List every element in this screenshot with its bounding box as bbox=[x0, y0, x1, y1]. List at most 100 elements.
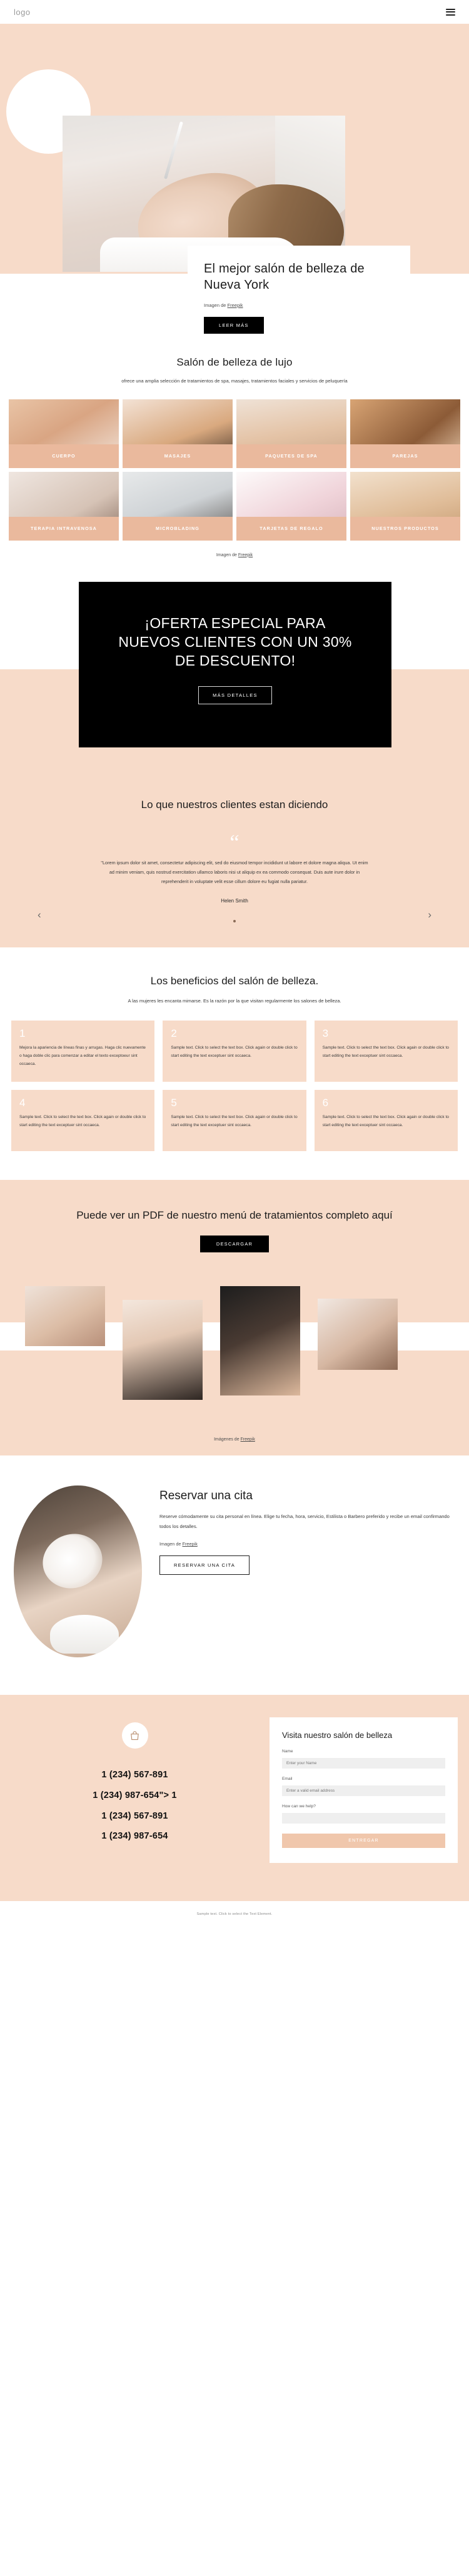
phone-number[interactable]: 1 (234) 567-891 bbox=[11, 1765, 258, 1785]
form-field-label: Name bbox=[282, 1749, 293, 1754]
burger-line bbox=[446, 8, 455, 10]
services-credit-prefix: Imagen de bbox=[216, 552, 238, 557]
contact-form-title: Visita nuestro salón de belleza bbox=[282, 1730, 393, 1740]
form-field-input[interactable] bbox=[282, 1758, 445, 1769]
photo-detail-face-mask bbox=[36, 1526, 109, 1597]
gallery-image-4 bbox=[318, 1299, 398, 1370]
service-card[interactable]: TARJETAS DE REGALO bbox=[236, 471, 346, 541]
burger-line bbox=[446, 14, 455, 16]
service-card-label: CUERPO bbox=[9, 444, 119, 468]
page-root: logo El mejor salón de belleza de Nueva … bbox=[0, 0, 469, 1927]
services-title: Salón de belleza de lujo bbox=[176, 356, 293, 368]
contact-form: Visita nuestro salón de belleza Name Emai… bbox=[270, 1717, 458, 1864]
benefits-section: Los beneficios del salón de belleza. A l… bbox=[0, 947, 469, 1181]
testimonial-dot[interactable] bbox=[233, 919, 236, 922]
testimonial-author: Helen Smith bbox=[221, 897, 248, 904]
appointment-photo bbox=[14, 1485, 142, 1658]
appointment-credit-link[interactable]: Freepik bbox=[183, 1541, 198, 1547]
offer-card: ¡OFERTA ESPECIAL PARA NUEVOS CLIENTES CO… bbox=[79, 581, 391, 747]
appointment-credit-prefix: Imagen de bbox=[159, 1541, 183, 1547]
contact-submit-button[interactable]: ENTREGAR bbox=[282, 1834, 445, 1849]
hamburger-menu-icon[interactable] bbox=[446, 8, 455, 16]
phone-number[interactable]: 1 (234) 567-891 bbox=[11, 1806, 258, 1827]
contact-phones-column: 1 (234) 567-891 1 (234) 987-654"> 11 (234… bbox=[11, 1717, 258, 1863]
hero-title: El mejor salón de belleza de Nueva York bbox=[204, 262, 365, 292]
burger-line bbox=[446, 11, 455, 12]
form-field-label: How can we help? bbox=[282, 1804, 316, 1809]
form-field: Email bbox=[282, 1777, 445, 1797]
service-card[interactable]: CUERPO bbox=[9, 399, 119, 468]
contact-inner: 1 (234) 567-891 1 (234) 987-654"> 11 (234… bbox=[0, 1717, 469, 1864]
benefits-grid: 1 Mejora la apariencia de líneas finas y … bbox=[11, 1021, 458, 1152]
contact-section: 1 (234) 567-891 1 (234) 987-654"> 11 (234… bbox=[0, 1695, 469, 1902]
appointment-section: Reservar una cita Reserve cómodamente su… bbox=[0, 1455, 469, 1695]
book-appointment-button[interactable]: RESERVAR UNA CITA bbox=[159, 1555, 250, 1575]
benefits-title: Los beneficios del salón de belleza. bbox=[150, 974, 319, 987]
appointment-title: Reservar una cita bbox=[159, 1489, 253, 1503]
service-card[interactable]: PAQUETES DE SPA bbox=[236, 399, 346, 468]
service-card[interactable]: PAREJAS bbox=[350, 399, 460, 468]
gallery-image-1 bbox=[25, 1286, 105, 1347]
phone-number[interactable]: 1 (234) 987-654 bbox=[11, 1826, 258, 1847]
appointment-image-credit: Imagen de Freepik bbox=[159, 1541, 455, 1547]
benefit-number: 5 bbox=[171, 1097, 177, 1109]
testimonial-text: "Lorem ipsum dolor sit amet, consectetur… bbox=[101, 859, 368, 884]
benefit-card: 1 Mejora la apariencia de líneas finas y … bbox=[11, 1021, 155, 1082]
photo-detail-towel bbox=[50, 1615, 119, 1654]
service-card-label: MASAJES bbox=[123, 444, 233, 468]
form-field: How can we help? bbox=[282, 1804, 445, 1824]
benefit-text: Sample text. Click to select the text bo… bbox=[19, 1115, 146, 1128]
footer-text: Sample text. Click to select the Text El… bbox=[196, 1912, 273, 1917]
service-card-label: TARJETAS DE REGALO bbox=[236, 516, 346, 541]
benefit-text: Sample text. Click to select the text bo… bbox=[322, 1115, 449, 1128]
service-card-label: PAQUETES DE SPA bbox=[236, 444, 346, 468]
services-image-credit: Imagen de Freepik bbox=[0, 553, 469, 557]
shopping-bag-icon bbox=[121, 1722, 148, 1749]
service-card[interactable]: NUESTROS PRODUCTOS bbox=[350, 471, 460, 541]
pdf-menu-section: Puede ver un PDF de nuestro menú de trat… bbox=[0, 1180, 469, 1456]
services-grid: CUERPO MASAJES PAQUETES DE SPA PAREJAS TERAP… bbox=[0, 399, 469, 541]
offer-title: ¡OFERTA ESPECIAL PARA NUEVOS CLIENTES CO… bbox=[118, 614, 352, 669]
services-subtitle: ofrece una amplia selección de tratamien… bbox=[121, 378, 348, 384]
site-header: logo bbox=[0, 0, 469, 24]
form-field-input[interactable] bbox=[282, 1813, 445, 1824]
service-card-label: PAREJAS bbox=[350, 444, 460, 468]
offer-section: ¡OFERTA ESPECIAL PARA NUEVOS CLIENTES CO… bbox=[0, 579, 469, 766]
hero-read-more-button[interactable]: LEER MÁS bbox=[204, 316, 264, 334]
service-card[interactable]: MASAJES bbox=[123, 399, 233, 468]
benefit-card: 5 Sample text. Click to select the text b… bbox=[163, 1090, 306, 1152]
photo-detail-brush bbox=[164, 121, 183, 179]
benefit-number: 3 bbox=[322, 1027, 329, 1040]
benefit-card: 2 Sample text. Click to select the text b… bbox=[163, 1021, 306, 1082]
pdf-download-button[interactable]: DESCARGAR bbox=[199, 1236, 270, 1253]
offer-more-details-button[interactable]: MÁS DETALLES bbox=[198, 686, 272, 705]
benefit-card: 6 Sample text. Click to select the text b… bbox=[314, 1090, 458, 1152]
benefit-number: 4 bbox=[19, 1097, 26, 1109]
hero-credit-link[interactable]: Freepik bbox=[228, 302, 243, 308]
form-field-label: Email bbox=[282, 1777, 293, 1782]
benefit-number: 2 bbox=[171, 1027, 177, 1040]
service-card-label: TERAPIA INTRAVENOSA bbox=[9, 516, 119, 541]
appointment-content: Reservar una cita Reserve cómodamente su… bbox=[159, 1485, 455, 1575]
testimonial-next-arrow-icon[interactable]: › bbox=[428, 909, 431, 921]
logo[interactable]: logo bbox=[14, 7, 31, 17]
service-card[interactable]: TERAPIA INTRAVENOSA bbox=[9, 471, 119, 541]
service-card[interactable]: MICROBLADING bbox=[123, 471, 233, 541]
testimonial-dots bbox=[0, 919, 469, 922]
hero-text-card: El mejor salón de belleza de Nueva York … bbox=[188, 246, 410, 346]
services-credit-link[interactable]: Freepik bbox=[238, 553, 253, 557]
site-footer: Sample text. Click to select the Text El… bbox=[0, 1901, 469, 1927]
quote-icon: “ bbox=[229, 831, 240, 854]
service-card-label: MICROBLADING bbox=[123, 516, 233, 541]
form-field-input[interactable] bbox=[282, 1785, 445, 1797]
benefit-text: Sample text. Click to select the text bo… bbox=[171, 1115, 298, 1128]
benefit-text: Mejora la apariencia de líneas finas y a… bbox=[19, 1046, 146, 1067]
benefits-subtitle: A las mujeres les encanta mimarse. Es la… bbox=[128, 997, 341, 1004]
pdf-gallery bbox=[0, 1269, 469, 1425]
testimonial-prev-arrow-icon[interactable]: ‹ bbox=[38, 909, 41, 921]
phone-number[interactable]: 1 (234) 987-654"> 1 bbox=[11, 1785, 258, 1806]
hero-section: El mejor salón de belleza de Nueva York … bbox=[0, 24, 469, 346]
pdf-credit-link[interactable]: Freepik bbox=[241, 1437, 255, 1442]
service-card-label: NUESTROS PRODUCTOS bbox=[350, 516, 460, 541]
benefit-text: Sample text. Click to select the text bo… bbox=[322, 1046, 449, 1059]
